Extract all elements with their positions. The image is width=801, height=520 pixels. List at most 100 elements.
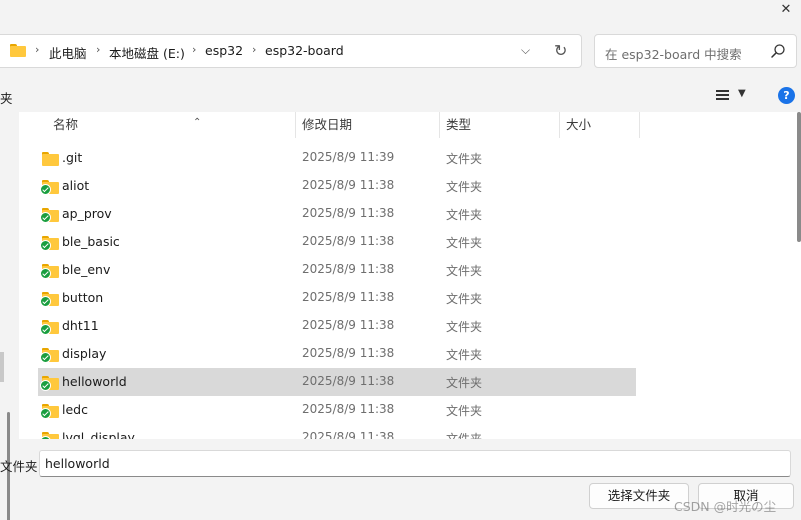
folder-icon — [40, 292, 59, 307]
file-date: 2025/8/9 11:38 — [302, 318, 395, 332]
folder-icon — [40, 404, 59, 419]
file-type: 文件夹 — [446, 180, 483, 194]
folder-icon — [40, 208, 59, 223]
sync-check-icon — [40, 408, 51, 419]
file-name: ble_env — [62, 262, 111, 277]
chevron-right-icon[interactable]: › — [96, 43, 100, 56]
column-size-label: 大小 — [566, 117, 592, 132]
file-list: 名称 ⌃ 修改日期 类型 大小 .git 2025/8/9 11:39 文件夹 ali… — [19, 112, 801, 439]
watermark: CSDN @时光の尘 — [674, 499, 777, 514]
nav-scroll-track — [0, 352, 4, 382]
file-name: ap_prov — [62, 206, 112, 221]
file-type: 文件夹 — [446, 432, 483, 439]
sync-check-icon — [40, 296, 51, 307]
file-type: 文件夹 — [446, 292, 483, 306]
close-button[interactable]: ✕ — [771, 0, 801, 22]
column-header: 名称 ⌃ 修改日期 类型 大小 — [19, 112, 801, 138]
sync-check-icon — [40, 324, 51, 335]
file-type: 文件夹 — [446, 404, 483, 418]
file-type: 文件夹 — [446, 236, 483, 250]
toolbar: 夹 ▼ — [0, 80, 801, 110]
folder-icon — [42, 152, 59, 166]
help-icon[interactable]: ? — [778, 87, 795, 104]
chevron-down-icon[interactable]: ⌵ — [521, 43, 530, 58]
file-date: 2025/8/9 11:38 — [302, 430, 395, 439]
file-type: 文件夹 — [446, 348, 483, 362]
chevron-right-icon[interactable]: › — [252, 43, 256, 56]
folder-icon — [40, 432, 59, 439]
table-row[interactable]: ble_basic 2025/8/9 11:38 文件夹 — [38, 228, 636, 256]
column-type-label: 类型 — [446, 117, 472, 132]
file-date: 2025/8/9 11:38 — [302, 234, 395, 248]
table-row[interactable]: ap_prov 2025/8/9 11:38 文件夹 — [38, 200, 636, 228]
table-row[interactable]: ledc 2025/8/9 11:38 文件夹 — [38, 396, 636, 424]
file-list-scrollbar[interactable] — [797, 112, 801, 242]
file-name: button — [62, 290, 104, 305]
file-type: 文件夹 — [446, 376, 483, 390]
file-name: helloworld — [62, 374, 127, 389]
breadcrumb-esp32[interactable]: esp32 — [205, 43, 243, 58]
folder-icon — [10, 44, 26, 57]
column-size[interactable]: 大小 — [560, 112, 639, 138]
folder-icon — [40, 348, 59, 363]
sort-up-icon: ⌃ — [193, 117, 202, 128]
file-name: ble_basic — [62, 234, 120, 249]
table-row[interactable]: ble_env 2025/8/9 11:38 文件夹 — [38, 256, 636, 284]
chevron-down-icon[interactable]: ▼ — [738, 88, 746, 99]
file-date: 2025/8/9 11:38 — [302, 178, 395, 192]
column-name[interactable]: 名称 ⌃ — [47, 112, 295, 138]
folder-icon — [40, 236, 59, 251]
folder-icon — [40, 376, 59, 391]
table-row[interactable]: helloworld 2025/8/9 11:38 文件夹 — [38, 368, 636, 396]
search-input[interactable]: 在 esp32-board 中搜索 — [594, 34, 797, 68]
refresh-icon[interactable]: ↻ — [554, 41, 567, 60]
file-type: 文件夹 — [446, 208, 483, 222]
file-date: 2025/8/9 11:38 — [302, 290, 395, 304]
file-type: 文件夹 — [446, 152, 483, 166]
new-folder-button[interactable]: 夹 — [0, 88, 13, 107]
table-row[interactable]: lvgl_display 2025/8/9 11:38 文件夹 — [38, 424, 636, 439]
file-name: dht11 — [62, 318, 99, 333]
file-date: 2025/8/9 11:38 — [302, 262, 395, 276]
navigation-pane — [0, 112, 19, 520]
file-type: 文件夹 — [446, 320, 483, 334]
column-divider[interactable] — [639, 112, 640, 138]
breadcrumb-esp32-board[interactable]: esp32-board — [265, 43, 344, 58]
table-row[interactable]: aliot 2025/8/9 11:38 文件夹 — [38, 172, 636, 200]
filename-input[interactable] — [39, 450, 791, 477]
file-date: 2025/8/9 11:38 — [302, 374, 395, 388]
file-date: 2025/8/9 11:39 — [302, 150, 395, 164]
sync-check-icon — [40, 352, 51, 363]
close-icon: ✕ — [780, 2, 792, 17]
column-type[interactable]: 类型 — [440, 112, 559, 138]
sync-check-icon — [40, 212, 51, 223]
table-row[interactable]: button 2025/8/9 11:38 文件夹 — [38, 284, 636, 312]
file-name: aliot — [62, 178, 90, 193]
breadcrumb-this-pc[interactable]: 此电脑 — [49, 43, 87, 62]
sync-check-icon — [40, 184, 51, 195]
file-date: 2025/8/9 11:38 — [302, 402, 395, 416]
table-row[interactable]: dht11 2025/8/9 11:38 文件夹 — [38, 312, 636, 340]
search-icon[interactable] — [770, 43, 786, 59]
file-name: lvgl_display — [62, 430, 135, 439]
view-options-icon[interactable] — [716, 90, 729, 101]
table-row[interactable]: .git 2025/8/9 11:39 文件夹 — [38, 144, 636, 172]
address-bar[interactable]: › 此电脑 › 本地磁盘 (E:) › esp32 › esp32-board … — [0, 34, 582, 68]
folder-icon — [40, 180, 59, 195]
column-name-label: 名称 — [53, 117, 79, 132]
folder-icon — [40, 320, 59, 335]
folder-icon — [40, 264, 59, 279]
file-name: ledc — [62, 402, 88, 417]
chevron-right-icon[interactable]: › — [192, 43, 196, 56]
breadcrumb-local-disk[interactable]: 本地磁盘 (E:) — [109, 43, 185, 62]
filename-label: 文件夹: — [0, 459, 42, 474]
sync-check-icon — [40, 268, 51, 279]
file-date: 2025/8/9 11:38 — [302, 206, 395, 220]
sync-check-icon — [40, 380, 51, 391]
file-type: 文件夹 — [446, 264, 483, 278]
table-row[interactable]: display 2025/8/9 11:38 文件夹 — [38, 340, 636, 368]
column-date[interactable]: 修改日期 — [296, 112, 439, 138]
search-placeholder: 在 esp32-board 中搜索 — [605, 47, 742, 62]
file-name: display — [62, 346, 107, 361]
chevron-right-icon[interactable]: › — [35, 43, 39, 56]
